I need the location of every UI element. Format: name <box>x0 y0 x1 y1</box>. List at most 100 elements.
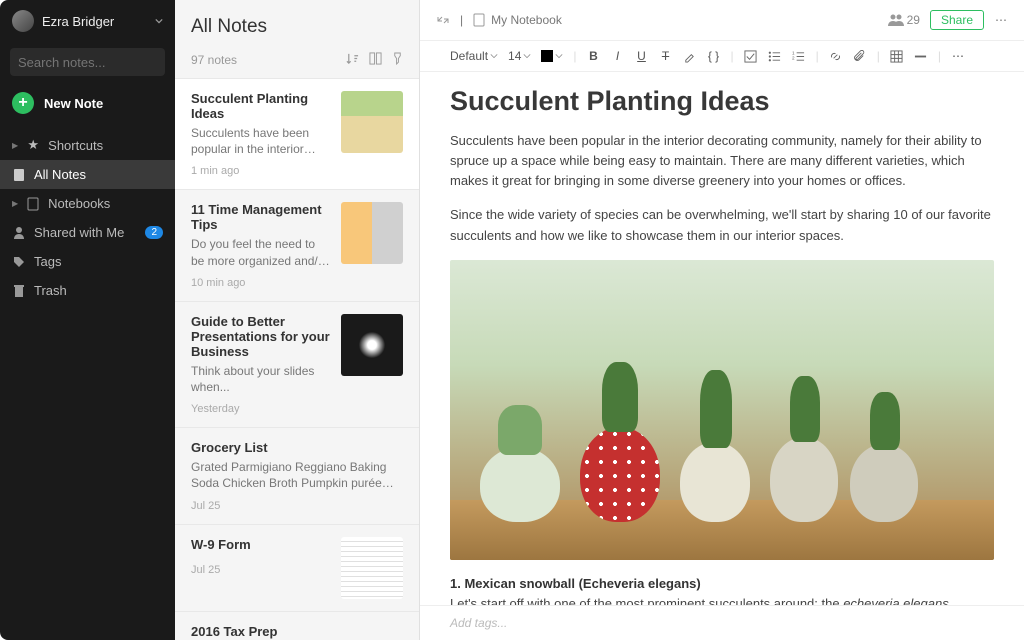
card-title: W-9 Form <box>191 537 331 552</box>
font-selector[interactable]: Default <box>450 49 498 63</box>
note-card[interactable]: Guide to Better Presentations for your B… <box>175 302 419 428</box>
card-snippet: Grated Parmigiano Reggiano Baking Soda C… <box>191 459 403 491</box>
note-content[interactable]: Succulent Planting Ideas Succulents have… <box>420 72 1024 605</box>
bullet-list-button[interactable] <box>768 50 782 63</box>
paragraph: Succulents have been popular in the inte… <box>450 131 994 191</box>
chevron-down-icon <box>555 52 563 60</box>
note-card[interactable]: Grocery List Grated Parmigiano Reggiano … <box>175 428 419 524</box>
nav-label: Shared with Me <box>34 225 124 240</box>
cards: Succulent Planting Ideas Succulents have… <box>175 79 419 640</box>
card-snippet: Succulents have been popular in the inte… <box>191 125 331 157</box>
color-selector[interactable] <box>541 50 563 62</box>
color-swatch <box>541 50 553 62</box>
nav-trash[interactable]: Trash <box>0 276 175 305</box>
card-title: 11 Time Management Tips <box>191 202 331 232</box>
note-icon <box>12 168 26 182</box>
more-format-button[interactable]: ⋯ <box>951 49 965 63</box>
card-title: Guide to Better Presentations for your B… <box>191 314 331 359</box>
nav-shortcuts[interactable]: ▶ ★ Shortcuts <box>0 130 175 160</box>
filter-icon[interactable] <box>392 52 403 68</box>
card-thumbnail <box>341 314 403 376</box>
nav-label: Tags <box>34 254 61 269</box>
card-title: 2016 Tax Prep <box>191 624 403 639</box>
chevron-down-icon <box>523 52 531 60</box>
expand-icon: ▶ <box>12 141 18 150</box>
size-selector[interactable]: 14 <box>508 49 531 63</box>
nav-shared[interactable]: Shared with Me 2 <box>0 218 175 247</box>
note-card[interactable]: Succulent Planting Ideas Succulents have… <box>175 79 419 190</box>
tag-icon <box>12 256 26 268</box>
paragraph: 1. Mexican snowball (Echeveria elegans)L… <box>450 574 994 605</box>
nav-label: All Notes <box>34 167 86 182</box>
card-title: Succulent Planting Ideas <box>191 91 331 121</box>
table-button[interactable] <box>890 50 904 63</box>
nav-label: Trash <box>34 283 67 298</box>
codeblock-button[interactable]: { } <box>707 49 721 63</box>
nav-all-notes[interactable]: All Notes <box>0 160 175 189</box>
card-snippet: Do you feel the need to be more organize… <box>191 236 331 268</box>
trash-icon <box>12 284 26 298</box>
star-icon: ★ <box>26 137 40 153</box>
card-time: Yesterday <box>191 403 331 415</box>
user-menu[interactable]: Ezra Bridger <box>0 0 175 42</box>
notebook-name: My Notebook <box>491 13 562 27</box>
nav-notebooks[interactable]: ▶ Notebooks <box>0 189 175 218</box>
toolbar: Default 14 | B I U T { } | 12 | | | ⋯ <box>420 40 1024 72</box>
share-button[interactable]: Share <box>930 10 984 30</box>
note-title[interactable]: Succulent Planting Ideas <box>450 86 994 117</box>
sidebar: Ezra Bridger + New Note ▶ ★ Shortcuts Al… <box>0 0 175 640</box>
bold-button[interactable]: B <box>587 49 601 63</box>
underline-button[interactable]: U <box>635 49 649 63</box>
card-time: 10 min ago <box>191 277 331 289</box>
paragraph: Since the wide variety of species can be… <box>450 205 994 245</box>
nav-label: Shortcuts <box>48 138 103 153</box>
heading: 1. Mexican snowball (Echeveria elegans) <box>450 576 701 591</box>
attachment-button[interactable] <box>853 50 867 63</box>
sort-icon[interactable] <box>346 52 359 68</box>
list-title: All Notes <box>191 16 403 38</box>
notebook-selector[interactable]: My Notebook <box>473 13 562 27</box>
avatar <box>12 10 34 32</box>
card-title: Grocery List <box>191 440 403 455</box>
person-icon <box>12 226 26 240</box>
editor: | My Notebook 29 Share ⋯ Default 14 | B … <box>420 0 1024 640</box>
note-list: All Notes 97 notes Succulent Planting Id… <box>175 0 420 640</box>
checklist-button[interactable] <box>744 50 758 63</box>
people-icon <box>888 14 904 26</box>
view-icon[interactable] <box>369 52 382 68</box>
new-note-button[interactable]: + New Note <box>0 82 175 124</box>
user-name: Ezra Bridger <box>42 14 147 29</box>
note-count: 97 notes <box>191 53 237 67</box>
italic-button[interactable]: I <box>611 49 625 63</box>
highlight-button[interactable] <box>683 50 697 63</box>
card-thumbnail <box>341 91 403 153</box>
card-time: 1 min ago <box>191 165 331 177</box>
nav-tags[interactable]: Tags <box>0 247 175 276</box>
note-image <box>450 260 994 560</box>
new-note-label: New Note <box>44 96 103 111</box>
link-button[interactable] <box>829 50 843 63</box>
note-card[interactable]: 2016 Tax Prep Questions for Marilyn: Whi… <box>175 612 419 640</box>
book-icon <box>26 197 40 211</box>
chevron-down-icon <box>490 52 498 60</box>
note-card[interactable]: W-9 Form Jul 25 <box>175 525 419 612</box>
strikethrough-button[interactable]: T <box>659 49 673 63</box>
badge: 2 <box>145 226 163 239</box>
card-time: Jul 25 <box>191 564 331 576</box>
book-icon <box>473 13 485 27</box>
hr-button[interactable] <box>914 50 928 63</box>
collaborators[interactable]: 29 <box>888 13 920 27</box>
numbered-list-button[interactable]: 12 <box>792 50 806 63</box>
tags-input[interactable]: Add tags... <box>420 605 1024 640</box>
search-field[interactable] <box>18 55 194 70</box>
expand-icon[interactable] <box>436 13 450 27</box>
note-card[interactable]: 11 Time Management Tips Do you feel the … <box>175 190 419 301</box>
more-icon[interactable]: ⋯ <box>994 13 1008 27</box>
chevron-down-icon <box>155 17 163 25</box>
search-input[interactable] <box>10 48 165 76</box>
expand-icon: ▶ <box>12 199 18 208</box>
card-thumbnail <box>341 537 403 599</box>
nav-label: Notebooks <box>48 196 110 211</box>
plus-icon: + <box>12 92 34 114</box>
nav: ▶ ★ Shortcuts All Notes ▶ Notebooks Shar… <box>0 130 175 305</box>
